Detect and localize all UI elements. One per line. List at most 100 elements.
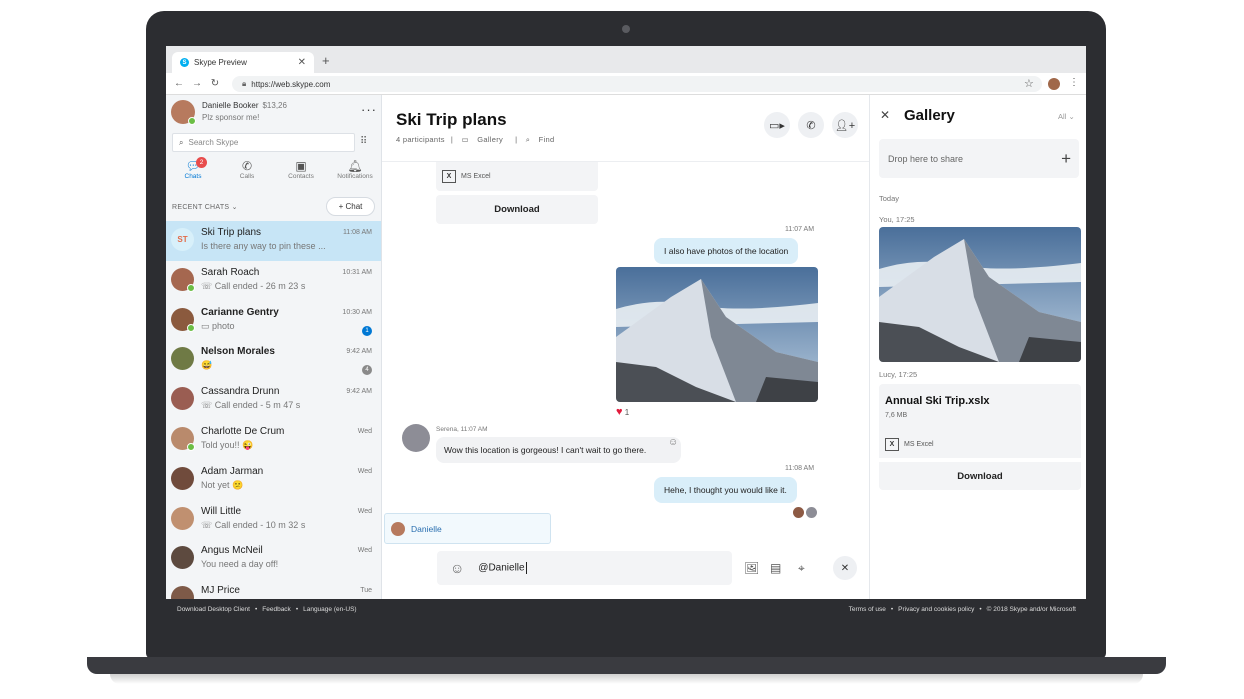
outgoing-message[interactable]: Hehe, I thought you would like it. — [654, 477, 797, 503]
message-time: 11:08 AM — [785, 465, 815, 472]
tab-title: Skype Preview — [194, 58, 247, 67]
chat-item[interactable]: Adam Jarman Not yet 😕 Wed — [166, 460, 381, 500]
add-icon[interactable]: + — [1061, 149, 1071, 169]
incoming-message[interactable]: Wow this location is gorgeous! I can't w… — [436, 437, 681, 463]
contact-card-icon[interactable]: ▤ — [770, 561, 781, 575]
new-chat-button[interactable]: + Chat — [326, 197, 375, 216]
tab-calls-label: Calls — [239, 173, 255, 180]
gallery-photo[interactable] — [879, 227, 1081, 362]
phone-icon: ✆ — [806, 119, 816, 132]
download-client-link[interactable]: Download Desktop Client — [177, 606, 250, 613]
footer: Download Desktop Client • Feedback • Languag… — [166, 599, 1086, 620]
browser-profile-avatar[interactable] — [1048, 78, 1060, 90]
search-icon: ⌕ — [179, 137, 184, 147]
chat-avatar — [171, 267, 195, 292]
download-button[interactable]: Download — [879, 462, 1081, 490]
close-icon: ✕ — [840, 562, 850, 574]
chat-item[interactable]: Sarah Roach ☏ Call ended - 26 m 23 s 10:… — [166, 261, 381, 301]
conversation-subheader: 4 participants | ▭ Gallery | ⌕ Find — [396, 135, 566, 145]
file-attachment[interactable]: X MS Excel — [436, 162, 598, 191]
message-input[interactable]: ☺ @Danielle — [437, 551, 732, 585]
chat-preview: ☏ Call ended - 26 m 23 s — [201, 280, 306, 291]
video-call-button[interactable]: ▭▸ — [764, 112, 790, 138]
chevron-down-icon: ⌄ — [1068, 112, 1075, 121]
find-link[interactable]: ⌕ Find — [526, 135, 561, 144]
reaction[interactable]: ♥ 1 — [616, 406, 629, 418]
chat-avatar — [171, 466, 194, 490]
profile-status[interactable]: Plz sponsor me! — [202, 113, 259, 122]
unread-badge: 1 — [362, 325, 372, 336]
camera-dot — [622, 25, 630, 33]
privacy-link[interactable]: Privacy and cookies policy — [898, 606, 974, 613]
add-person-icon: 👤︎+ — [834, 119, 856, 132]
gallery-file-card[interactable]: Annual Ski Trip.xslx 7,6 MB X MS Excel — [879, 384, 1081, 458]
chat-item[interactable]: Nelson Morales 😅 9:42 AM 4 — [166, 340, 381, 380]
gallery-filter-dropdown[interactable]: All ⌄ — [1058, 112, 1075, 121]
add-reaction-icon[interactable]: ☺ — [668, 437, 678, 448]
media-gallery-icon[interactable]: 🖼︎ — [744, 561, 759, 575]
drop-zone[interactable]: Drop here to share + — [879, 139, 1079, 178]
tab-calls[interactable]: ✆ Calls — [220, 157, 274, 187]
browser-menu-icon[interactable]: ⋮ — [1069, 77, 1079, 88]
read-receipt-avatar — [793, 507, 804, 518]
reload-icon[interactable]: ↻ — [206, 78, 224, 89]
gallery-link[interactable]: ▭ Gallery — [461, 135, 509, 144]
audio-call-button[interactable]: ✆ — [798, 112, 824, 138]
outgoing-message[interactable]: I also have photos of the location — [654, 238, 799, 264]
close-compose-button[interactable]: ✕ — [833, 556, 857, 580]
serena-avatar[interactable] — [402, 424, 430, 452]
chat-item[interactable]: Angus McNeil You need a day off! Wed — [166, 539, 381, 579]
chat-item[interactable]: ST Ski Trip plans Is there any way to pi… — [166, 221, 381, 261]
drop-label: Drop here to share — [888, 153, 964, 164]
chat-item[interactable]: Carianne Gentry ▭ photo 10:30 AM 1 — [166, 301, 381, 341]
shared-photo[interactable] — [616, 267, 818, 402]
feedback-link[interactable]: Feedback — [262, 606, 291, 613]
mention-suggestion[interactable]: Danielle — [384, 513, 551, 544]
back-icon[interactable]: ← — [170, 78, 188, 89]
location-icon[interactable]: ⌖ — [798, 561, 805, 576]
search-input[interactable]: ⌕ Search Skype — [172, 133, 355, 152]
chat-name: MJ Price — [201, 585, 240, 597]
tab-chats-label: Chats — [184, 173, 202, 180]
tab-contacts[interactable]: ▣ Contacts — [274, 157, 328, 187]
terms-link[interactable]: Terms of use — [849, 606, 886, 613]
excel-icon: X — [885, 438, 899, 451]
close-icon[interactable]: ✕ — [880, 108, 890, 122]
browser-tab[interactable]: S Skype Preview ✕ — [172, 52, 314, 73]
more-options-icon[interactable]: ··· — [361, 102, 377, 117]
new-tab-button[interactable]: + — [322, 53, 330, 68]
chat-avatar — [171, 307, 195, 332]
emoji-icon[interactable]: ☺ — [450, 560, 464, 576]
chat-avatar — [171, 387, 194, 411]
download-button[interactable]: Download — [436, 195, 598, 224]
chat-item[interactable]: Cassandra Drunn ☏ Call ended - 5 m 47 s … — [166, 380, 381, 420]
tab-notifications[interactable]: 🔔︎ Notifications — [328, 157, 381, 187]
recent-chats-dropdown[interactable]: RECENT CHATS ⌄ — [172, 203, 238, 211]
unread-badge: 4 — [362, 365, 372, 376]
chat-name: Charlotte De Crum — [201, 425, 285, 437]
chat-item[interactable]: Will Little ☏ Call ended - 10 m 32 s Wed — [166, 500, 381, 540]
chat-time: Wed — [357, 427, 372, 435]
add-people-button[interactable]: 👤︎+ — [832, 112, 858, 138]
conversation-title[interactable]: Ski Trip plans — [396, 110, 507, 130]
profile-header[interactable]: Danielle Booker $13,26 Plz sponsor me! ··… — [171, 100, 377, 130]
chat-name: Will Little — [201, 505, 242, 517]
online-indicator — [187, 283, 195, 292]
browser-toolbar: ← → ↻ 🔒︎ https://web.skype.com ☆ ⋮ — [166, 73, 1086, 95]
video-icon: ▭▸ — [769, 119, 785, 132]
chat-time: 11:08 AM — [342, 229, 372, 236]
chat-preview: ☏ Call ended - 10 m 32 s — [201, 519, 306, 530]
tab-chats[interactable]: 💬︎ 2 Chats — [166, 157, 220, 187]
sidebar: Danielle Booker $13,26 Plz sponsor me! ··… — [166, 95, 382, 599]
chat-item[interactable]: Charlotte De Crum Told you!! 😜 Wed — [166, 420, 381, 460]
participants-count[interactable]: 4 participants — [396, 135, 445, 144]
dialpad-icon[interactable]: ⠿ — [360, 136, 367, 147]
bookmark-star-icon[interactable]: ☆ — [1024, 77, 1034, 90]
address-bar[interactable]: 🔒︎ https://web.skype.com — [232, 76, 1042, 92]
profile-avatar[interactable] — [171, 100, 196, 125]
tab-close-icon[interactable]: ✕ — [298, 57, 306, 68]
forward-icon[interactable]: → — [188, 78, 206, 89]
chat-preview: Told you!! 😜 — [201, 439, 254, 450]
language-link[interactable]: Language (en-US) — [303, 606, 356, 613]
chat-item[interactable]: MJ Price Tue — [166, 579, 381, 599]
